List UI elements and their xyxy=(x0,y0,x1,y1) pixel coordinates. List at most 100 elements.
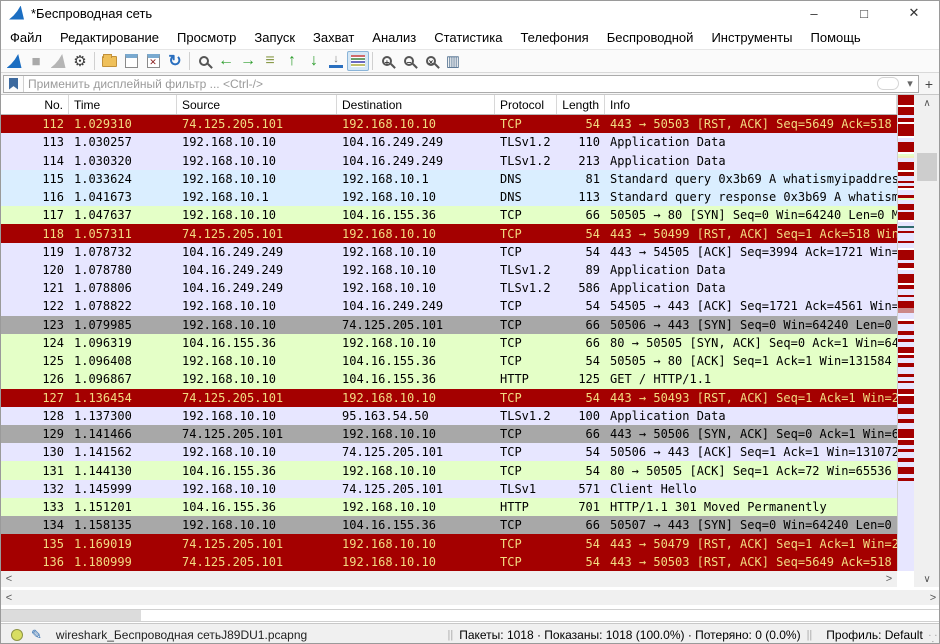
packet-row-124[interactable]: 1241.096319104.16.155.36192.168.10.10TCP… xyxy=(1,334,897,352)
packet-row-123[interactable]: 1231.079985192.168.10.1074.125.205.101TC… xyxy=(1,316,897,334)
cell-len: 89 xyxy=(557,261,605,279)
scroll-right-arrow-icon[interactable]: > xyxy=(925,590,940,605)
packet-row-130[interactable]: 1301.141562192.168.10.1074.125.205.101TC… xyxy=(1,443,897,461)
menu-просмотр[interactable]: Просмотр xyxy=(168,27,245,48)
zoom-reset-icon[interactable]: × xyxy=(420,51,442,71)
packet-row-115[interactable]: 1151.033624192.168.10.10192.168.10.1DNS8… xyxy=(1,170,897,188)
cell-proto: TLSv1 xyxy=(495,480,557,498)
close-file-icon[interactable]: ✕ xyxy=(142,51,164,71)
cell-dst: 104.16.249.249 xyxy=(337,151,495,169)
toolbar-separator xyxy=(94,52,95,70)
zoom-out-icon[interactable]: − xyxy=(398,51,420,71)
cell-len: 54 xyxy=(557,243,605,261)
packet-minimap[interactable] xyxy=(897,95,914,571)
column-header-length[interactable]: Length xyxy=(557,95,605,114)
filter-bookmark-button[interactable] xyxy=(4,76,24,92)
scroll-left-arrow-icon[interactable]: < xyxy=(1,590,17,605)
go-first-icon[interactable]: ↑ xyxy=(281,51,303,71)
cell-info: 443 → 50503 [RST, ACK] Seq=5649 Ack=518 … xyxy=(605,115,897,133)
packet-row-129[interactable]: 1291.14146674.125.205.101192.168.10.10TC… xyxy=(1,425,897,443)
menu-файл[interactable]: Файл xyxy=(1,27,51,48)
column-header-no[interactable]: No. xyxy=(1,95,69,114)
stop-capture-icon[interactable]: ■ xyxy=(25,51,47,71)
resize-columns-icon[interactable]: ▥ xyxy=(442,51,464,71)
display-filter-input[interactable] xyxy=(24,76,877,92)
close-button[interactable]: ✕ xyxy=(889,1,939,25)
minimize-button[interactable]: – xyxy=(789,1,839,25)
cell-proto: DNS xyxy=(495,188,557,206)
packet-row-117[interactable]: 1171.047637192.168.10.10104.16.155.36TCP… xyxy=(1,206,897,224)
scroll-up-arrow-icon[interactable]: ∧ xyxy=(914,95,940,111)
horizontal-scrollbar-list[interactable]: < > xyxy=(1,571,897,587)
profile-label[interactable]: Профиль: Default xyxy=(818,628,929,642)
expert-info-icon[interactable] xyxy=(11,629,23,641)
packet-row-133[interactable]: 1331.151201104.16.155.36192.168.10.10HTT… xyxy=(1,498,897,516)
packet-row-128[interactable]: 1281.137300192.168.10.1095.163.54.50TLSv… xyxy=(1,407,897,425)
go-to-packet-icon[interactable]: ≡ xyxy=(259,51,281,71)
find-packet-icon[interactable] xyxy=(193,51,215,71)
packet-row-125[interactable]: 1251.096408192.168.10.10104.16.155.36TCP… xyxy=(1,352,897,370)
packet-row-136[interactable]: 1361.18099974.125.205.101192.168.10.10TC… xyxy=(1,553,897,571)
packet-row-116[interactable]: 1161.041673192.168.10.1192.168.10.10DNS1… xyxy=(1,188,897,206)
column-header-info[interactable]: Info xyxy=(605,95,897,114)
open-file-icon[interactable] xyxy=(98,51,120,71)
cell-src: 104.16.155.36 xyxy=(177,498,337,516)
column-header-destination[interactable]: Destination xyxy=(337,95,495,114)
menu-редактирование[interactable]: Редактирование xyxy=(51,27,168,48)
packet-row-112[interactable]: 1121.02931074.125.205.101192.168.10.10TC… xyxy=(1,115,897,133)
packet-row-135[interactable]: 1351.16901974.125.205.101192.168.10.10TC… xyxy=(1,534,897,552)
cell-time: 1.057311 xyxy=(69,224,177,242)
capture-comment-icon[interactable]: ✎ xyxy=(31,627,42,643)
packet-row-134[interactable]: 1341.158135192.168.10.10104.16.155.36TCP… xyxy=(1,516,897,534)
cell-dst: 192.168.10.10 xyxy=(337,188,495,206)
packet-row-126[interactable]: 1261.096867192.168.10.10104.16.155.36HTT… xyxy=(1,370,897,388)
go-back-icon[interactable]: ← xyxy=(215,51,237,71)
packet-row-121[interactable]: 1211.078806104.16.249.249192.168.10.10TL… xyxy=(1,279,897,297)
scroll-right-arrow-icon[interactable]: > xyxy=(881,571,897,587)
menu-запуск[interactable]: Запуск xyxy=(245,27,304,48)
restart-capture-icon[interactable] xyxy=(47,51,69,71)
menu-беспроводной[interactable]: Беспроводной xyxy=(598,27,703,48)
cell-time: 1.141466 xyxy=(69,425,177,443)
packet-row-113[interactable]: 1131.030257192.168.10.10104.16.249.249TL… xyxy=(1,133,897,151)
menu-инструменты[interactable]: Инструменты xyxy=(702,27,801,48)
go-forward-icon[interactable]: → xyxy=(237,51,259,71)
menu-статистика[interactable]: Статистика xyxy=(425,27,511,48)
packet-row-122[interactable]: 1221.078822192.168.10.10104.16.249.249TC… xyxy=(1,297,897,315)
cell-src: 74.125.205.101 xyxy=(177,115,337,133)
filter-dropdown-button[interactable]: ▾ xyxy=(902,76,918,92)
filter-apply-button[interactable] xyxy=(877,77,899,90)
capture-options-icon[interactable]: ⚙ xyxy=(69,51,91,71)
go-last-icon[interactable]: ↓ xyxy=(303,51,325,71)
packet-row-131[interactable]: 1311.144130104.16.155.36192.168.10.10TCP… xyxy=(1,461,897,479)
filter-add-button[interactable]: + xyxy=(921,76,937,92)
menu-телефония[interactable]: Телефония xyxy=(511,27,597,48)
packet-row-120[interactable]: 1201.078780104.16.249.249192.168.10.10TL… xyxy=(1,261,897,279)
column-header-source[interactable]: Source xyxy=(177,95,337,114)
colorize-icon[interactable] xyxy=(347,51,369,71)
start-capture-icon[interactable] xyxy=(3,51,25,71)
zoom-in-icon[interactable]: + xyxy=(376,51,398,71)
cell-no: 112 xyxy=(1,115,69,133)
horizontal-scrollbar-detail[interactable]: < > xyxy=(1,590,940,605)
cell-proto: TCP xyxy=(495,297,557,315)
auto-scroll-icon[interactable]: ↓ xyxy=(325,51,347,71)
packet-row-118[interactable]: 1181.05731174.125.205.101192.168.10.10TC… xyxy=(1,224,897,242)
menu-помощь[interactable]: Помощь xyxy=(802,27,870,48)
maximize-button[interactable]: □ xyxy=(839,1,889,25)
menu-захват[interactable]: Захват xyxy=(304,27,363,48)
column-header-time[interactable]: Time xyxy=(69,95,177,114)
column-header-protocol[interactable]: Protocol xyxy=(495,95,557,114)
packet-row-114[interactable]: 1141.030320192.168.10.10104.16.249.249TL… xyxy=(1,151,897,169)
vertical-scroll-thumb[interactable] xyxy=(917,153,937,181)
vertical-scrollbar[interactable]: ∧ ∨ xyxy=(914,95,940,587)
scroll-down-arrow-icon[interactable]: ∨ xyxy=(914,571,940,587)
save-file-icon[interactable] xyxy=(120,51,142,71)
menu-анализ[interactable]: Анализ xyxy=(363,27,425,48)
packet-row-119[interactable]: 1191.078732104.16.249.249192.168.10.10TC… xyxy=(1,243,897,261)
scroll-left-arrow-icon[interactable]: < xyxy=(1,571,17,587)
packet-row-127[interactable]: 1271.13645474.125.205.101192.168.10.10TC… xyxy=(1,389,897,407)
packet-row-132[interactable]: 1321.145999192.168.10.1074.125.205.101TL… xyxy=(1,480,897,498)
reload-file-icon[interactable]: ↻ xyxy=(164,51,186,71)
cell-dst: 74.125.205.101 xyxy=(337,443,495,461)
